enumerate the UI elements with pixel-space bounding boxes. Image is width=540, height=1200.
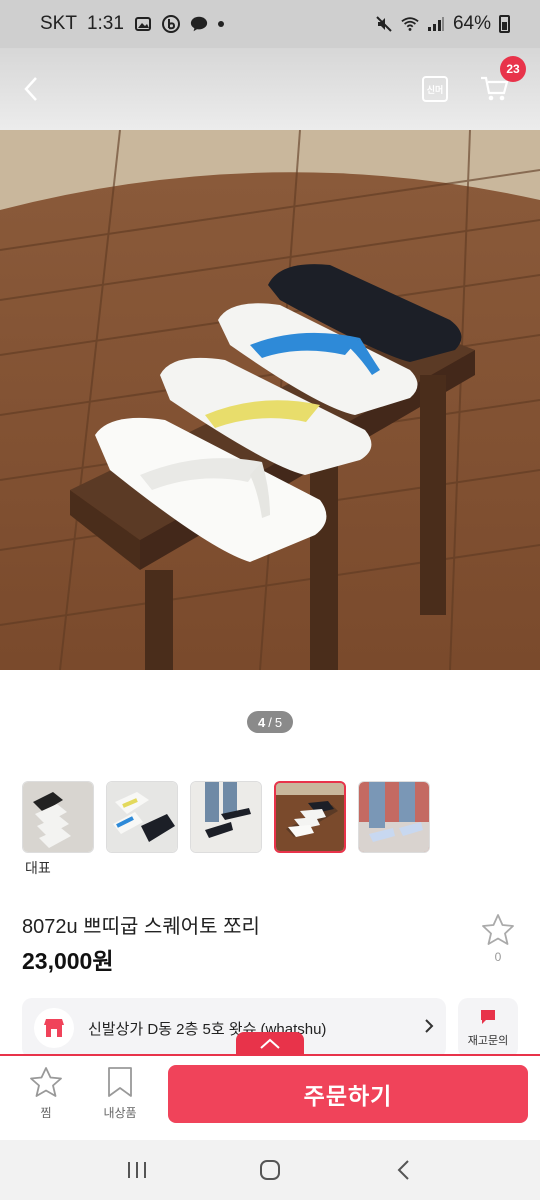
stock-inquiry-button[interactable]: 재고문의 (458, 998, 518, 1058)
back-arrow-icon (24, 77, 37, 101)
my-products-button[interactable]: 내상품 (94, 1066, 146, 1121)
product-name: 8072u 쁘띠굽 스퀘어토 쪼리 (22, 916, 260, 938)
battery-percent: 64% (452, 13, 491, 34)
home-icon (259, 1160, 280, 1180)
page-separator: / (268, 714, 272, 730)
chat-bubble-icon (481, 1010, 495, 1024)
system-back-button[interactable] (383, 1150, 423, 1190)
chevron-up-icon (260, 1038, 280, 1049)
product-main-image[interactable] (0, 130, 540, 670)
talk-notification-icon (190, 16, 208, 32)
bookmark-icon (108, 1067, 132, 1097)
thumbnail-2[interactable] (106, 781, 178, 853)
star-icon (482, 914, 514, 945)
my-products-label: 내상품 (103, 1106, 137, 1120)
gallery-notification-icon (134, 16, 152, 32)
current-image-index: 4 (257, 714, 266, 730)
back-button[interactable] (16, 69, 46, 109)
image-page-indicator: 4 / 5 (247, 711, 293, 733)
wifi-icon (401, 16, 419, 32)
product-price: 23,000원 (22, 948, 114, 974)
thumbnail-5[interactable] (358, 781, 430, 853)
more-notifications-icon (217, 21, 224, 27)
store-link[interactable]: 신발상가 D동 2층 5호 왓슈 (whatshu) (22, 998, 446, 1058)
cart-button[interactable]: 23 (478, 56, 526, 104)
system-navigation-bar (0, 1140, 540, 1200)
mute-icon (375, 16, 393, 32)
wish-button[interactable]: 찜 (20, 1066, 72, 1121)
stock-inquiry-label: 재고문의 (467, 1035, 509, 1047)
status-bar: SKT 1:31 64% (0, 0, 540, 48)
total-image-count: 5 (274, 714, 283, 730)
thumbnail-strip (22, 781, 430, 853)
thumbnail-4[interactable] (274, 781, 346, 853)
carrier-label: SKT (40, 13, 77, 34)
clock: 1:31 (86, 13, 124, 34)
battery-icon (499, 15, 510, 33)
representative-image-caption: 대표 (25, 860, 51, 876)
thumbnail-3[interactable] (190, 781, 262, 853)
cart-count-badge: 23 (500, 56, 526, 82)
store-icon (34, 1008, 74, 1048)
back-chevron-icon (397, 1160, 410, 1180)
brand-shortcut-button[interactable]: 신머 (422, 76, 448, 102)
thumbnail-1[interactable] (22, 781, 94, 853)
signal-icon (427, 16, 445, 32)
recent-apps-button[interactable] (117, 1150, 157, 1190)
favorite-button[interactable] (480, 912, 516, 948)
chevron-right-icon (424, 1017, 434, 1040)
app-header: 신머 23 (0, 48, 540, 130)
recent-apps-icon (127, 1162, 146, 1178)
wish-label: 찜 (40, 1106, 52, 1120)
star-outline-icon (30, 1067, 62, 1097)
expand-panel-button[interactable] (236, 1032, 304, 1056)
order-button[interactable]: 주문하기 (168, 1065, 528, 1123)
b-app-notification-icon (161, 15, 180, 33)
favorite-count: 0 (494, 950, 502, 964)
home-button[interactable] (250, 1150, 290, 1190)
